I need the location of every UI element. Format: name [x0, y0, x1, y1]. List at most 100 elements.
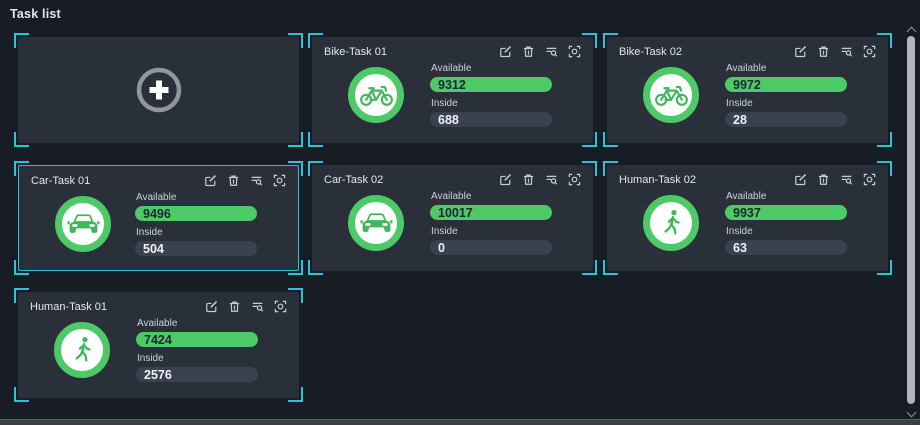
locate-task-button[interactable]	[568, 45, 581, 58]
task-card[interactable]: Bike-Task 02	[607, 37, 888, 143]
task-detail-button[interactable]	[251, 300, 264, 313]
search-list-icon	[840, 45, 853, 58]
vertical-scrollbar[interactable]	[905, 26, 917, 418]
available-value: 9972	[733, 78, 761, 92]
task-detail-button[interactable]	[545, 173, 558, 186]
available-value: 9312	[438, 78, 466, 92]
trash-icon	[522, 173, 535, 186]
inside-bar: 688	[430, 112, 552, 127]
task-card[interactable]: Bike-Task 01	[312, 37, 593, 143]
locate-task-button[interactable]	[273, 174, 286, 187]
available-bar: 9972	[725, 77, 847, 92]
task-title: Human-Task 01	[30, 301, 107, 313]
task-detail-button[interactable]	[840, 45, 853, 58]
edit-task-button[interactable]	[794, 173, 807, 186]
task-card-slot: Car-Task 01	[14, 161, 303, 275]
inside-label: Inside	[136, 227, 257, 238]
card-actions	[794, 45, 876, 58]
available-label: Available	[137, 318, 258, 329]
card-actions	[499, 173, 581, 186]
edit-task-button[interactable]	[204, 174, 217, 187]
task-stats: Available 9972 Inside 28	[725, 63, 847, 127]
available-label: Available	[726, 191, 847, 202]
card-actions	[204, 174, 286, 187]
available-value: 9496	[143, 207, 171, 221]
task-list-panel: Task list Bike-Task 01	[0, 0, 920, 425]
plus-icon	[134, 65, 184, 115]
human-icon	[72, 336, 93, 364]
task-card-slot: Bike-Task 02	[603, 33, 892, 147]
inside-bar: 504	[135, 241, 257, 256]
available-bar: 9312	[430, 77, 552, 92]
edit-task-button[interactable]	[499, 173, 512, 186]
task-card-slot: Human-Task 02	[603, 161, 892, 275]
bike-icon	[359, 83, 394, 107]
task-type-badge	[55, 196, 111, 252]
card-body: Available 7424 Inside 2576	[18, 313, 299, 382]
task-card[interactable]: Human-Task 02	[607, 165, 888, 271]
search-list-icon	[251, 300, 264, 313]
task-stats: Available 9937 Inside 63	[725, 191, 847, 255]
search-list-icon	[840, 173, 853, 186]
car-icon	[358, 210, 395, 237]
task-detail-button[interactable]	[250, 174, 263, 187]
available-value: 9937	[733, 206, 761, 220]
scroll-up-arrow-icon[interactable]	[907, 27, 917, 37]
task-type-badge	[54, 322, 110, 378]
available-label: Available	[431, 63, 552, 74]
delete-task-button[interactable]	[817, 45, 830, 58]
delete-task-button[interactable]	[522, 173, 535, 186]
trash-icon	[522, 45, 535, 58]
available-label: Available	[726, 63, 847, 74]
card-header: Car-Task 01	[19, 166, 298, 187]
available-bar: 9496	[135, 206, 257, 221]
edit-task-button[interactable]	[205, 300, 218, 313]
scrollbar-thumb[interactable]	[907, 36, 915, 404]
task-type-badge	[348, 195, 404, 251]
task-detail-button[interactable]	[545, 45, 558, 58]
available-label: Available	[431, 191, 552, 202]
edit-icon	[204, 174, 217, 187]
trash-icon	[817, 45, 830, 58]
task-title: Bike-Task 01	[324, 46, 387, 58]
search-list-icon	[545, 173, 558, 186]
edit-task-button[interactable]	[794, 45, 807, 58]
task-card-slot: Bike-Task 01	[308, 33, 597, 147]
locate-task-button[interactable]	[863, 173, 876, 186]
task-stats: Available 9496 Inside 504	[135, 192, 257, 256]
task-stats: Available 9312 Inside 688	[430, 63, 552, 127]
card-header: Human-Task 01	[18, 292, 299, 313]
scroll-down-arrow-icon[interactable]	[907, 408, 917, 418]
focus-icon	[568, 45, 581, 58]
available-bar: 9937	[725, 205, 847, 220]
card-body: Available 9972 Inside 28	[607, 58, 888, 127]
edit-icon	[794, 45, 807, 58]
delete-task-button[interactable]	[227, 174, 240, 187]
add-task-card[interactable]	[18, 37, 299, 143]
inside-bar: 63	[725, 240, 847, 255]
task-detail-button[interactable]	[840, 173, 853, 186]
task-type-badge	[643, 195, 699, 251]
inside-label: Inside	[431, 226, 552, 237]
delete-task-button[interactable]	[522, 45, 535, 58]
task-title: Bike-Task 02	[619, 46, 682, 58]
task-stats: Available 7424 Inside 2576	[136, 318, 258, 382]
locate-task-button[interactable]	[568, 173, 581, 186]
card-body: Available 9496 Inside 504	[19, 187, 298, 256]
locate-task-button[interactable]	[863, 45, 876, 58]
task-card[interactable]: Car-Task 01	[18, 165, 299, 271]
inside-label: Inside	[726, 226, 847, 237]
card-header: Bike-Task 02	[607, 37, 888, 58]
delete-task-button[interactable]	[817, 173, 830, 186]
task-card[interactable]: Car-Task 02	[312, 165, 593, 271]
delete-task-button[interactable]	[228, 300, 241, 313]
edit-task-button[interactable]	[499, 45, 512, 58]
inside-label: Inside	[137, 353, 258, 364]
task-card[interactable]: Human-Task 01	[18, 292, 299, 398]
locate-task-button[interactable]	[274, 300, 287, 313]
add-task-slot	[14, 33, 303, 147]
task-title: Car-Task 02	[324, 174, 383, 186]
available-bar: 7424	[136, 332, 258, 347]
edit-icon	[499, 173, 512, 186]
focus-icon	[568, 173, 581, 186]
